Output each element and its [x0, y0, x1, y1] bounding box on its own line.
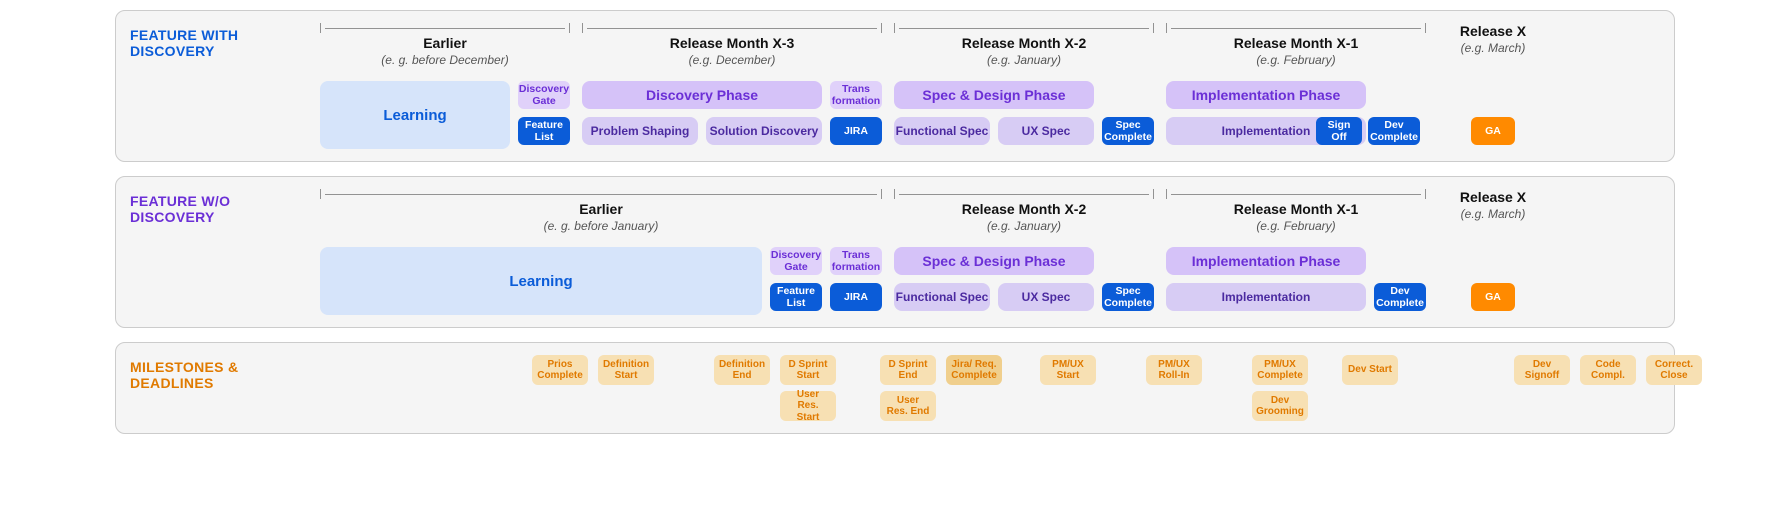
th-x2-sub: (e.g. January): [894, 53, 1154, 67]
phase-discovery-sub1: Problem Shaping: [582, 117, 698, 145]
phase-spec-sub2: UX Spec: [998, 117, 1094, 145]
m-definition-end: Definition End: [714, 355, 770, 385]
th-earlier-sub: (e. g. before December): [320, 53, 570, 67]
phase-discovery-sub2: Solution Discovery: [706, 117, 822, 145]
panel-feature-with-discovery: FEATURE WITH DISCOVERY Earlier (e. g. be…: [115, 10, 1675, 162]
chip-transformation: Trans formation: [830, 81, 882, 109]
panel-title-with-discovery: FEATURE WITH DISCOVERY: [130, 27, 310, 59]
th-wo-x2-sub: (e.g. January): [894, 219, 1154, 233]
m-definition-start: Definition Start: [598, 355, 654, 385]
th-wo-earlier-title: Earlier: [320, 201, 882, 217]
m-pmux-rollin: PM/UX Roll-In: [1146, 355, 1202, 385]
learning-block-wo: Learning: [320, 247, 762, 315]
chip-dev-complete: Dev Complete: [1368, 117, 1420, 145]
th-x1-sub: (e.g. February): [1166, 53, 1426, 67]
th-x2-title: Release Month X-2: [894, 35, 1154, 51]
th-wo-x1-title: Release Month X-1: [1166, 201, 1426, 217]
m-correct-close: Correct. Close: [1646, 355, 1702, 385]
phase-wo-spec-sub2: UX Spec: [998, 283, 1094, 311]
chip-jira: JIRA: [830, 117, 882, 145]
phase-spec-sub1: Functional Spec: [894, 117, 990, 145]
chip-ga: GA: [1471, 117, 1515, 145]
chip-wo-discovery-gate: Discovery Gate: [770, 247, 822, 275]
phase-wo-spec-header: Spec & Design Phase: [894, 247, 1094, 275]
th-wo-x-title: Release X: [1438, 189, 1548, 205]
m-user-res-end: User Res. End: [880, 391, 936, 421]
m-pmux-start: PM/UX Start: [1040, 355, 1096, 385]
th-wo-earlier-sub: (e. g. before January): [320, 219, 882, 233]
phase-wo-spec-sub1: Functional Spec: [894, 283, 990, 311]
m-jira-req-complete: Jira/ Req. Complete: [946, 355, 1002, 385]
th-x1-title: Release Month X-1: [1166, 35, 1426, 51]
th-x-title: Release X: [1438, 23, 1548, 39]
chip-wo-spec-complete: Spec Complete: [1102, 283, 1154, 311]
panel-milestones: MILESTONES & DEADLINES Prios Complete De…: [115, 342, 1675, 434]
chip-wo-ga: GA: [1471, 283, 1515, 311]
chip-wo-transformation: Trans formation: [830, 247, 882, 275]
timeline-headers: Earlier (e. g. before December) Release …: [320, 23, 1660, 67]
m-d-sprint-end: D Sprint End: [880, 355, 936, 385]
th-x3-title: Release Month X-3: [582, 35, 882, 51]
th-wo-x-sub: (e.g. March): [1438, 207, 1548, 221]
chip-wo-feature-list: Feature List: [770, 283, 822, 311]
m-prios-complete: Prios Complete: [532, 355, 588, 385]
th-wo-x1-sub: (e.g. February): [1166, 219, 1426, 233]
th-earlier-title: Earlier: [320, 35, 570, 51]
panel-title-milestones: MILESTONES & DEADLINES: [130, 359, 310, 391]
m-dev-grooming: Dev Grooming: [1252, 391, 1308, 421]
phase-wo-impl-sub1: Implementation: [1166, 283, 1366, 311]
panel-feature-without-discovery: FEATURE W/O DISCOVERY Earlier (e. g. bef…: [115, 176, 1675, 328]
chip-wo-dev-complete: Dev Complete: [1374, 283, 1426, 311]
m-code-compl: Code Compl.: [1580, 355, 1636, 385]
m-pmux-complete: PM/UX Complete: [1252, 355, 1308, 385]
chip-wo-jira: JIRA: [830, 283, 882, 311]
m-dev-signoff: Dev Signoff: [1514, 355, 1570, 385]
timeline-headers-wo: Earlier (e. g. before January) Release M…: [320, 189, 1660, 233]
m-user-res-start: User Res. Start: [780, 391, 836, 421]
chip-feature-list: Feature List: [518, 117, 570, 145]
m-d-sprint-start: D Sprint Start: [780, 355, 836, 385]
m-dev-start: Dev Start: [1342, 355, 1398, 385]
phase-spec-header: Spec & Design Phase: [894, 81, 1094, 109]
phase-wo-impl-header: Implementation Phase: [1166, 247, 1366, 275]
phase-discovery-header: Discovery Phase: [582, 81, 822, 109]
th-x3-sub: (e.g. December): [582, 53, 882, 67]
th-wo-x2-title: Release Month X-2: [894, 201, 1154, 217]
chip-discovery-gate: Discovery Gate: [518, 81, 570, 109]
learning-block: Learning: [320, 81, 510, 149]
panel-title-without-discovery: FEATURE W/O DISCOVERY: [130, 193, 310, 225]
chip-sign-off: Sign Off: [1316, 117, 1362, 145]
phase-impl-header: Implementation Phase: [1166, 81, 1366, 109]
chip-spec-complete: Spec Complete: [1102, 117, 1154, 145]
th-x-sub: (e.g. March): [1438, 41, 1548, 55]
